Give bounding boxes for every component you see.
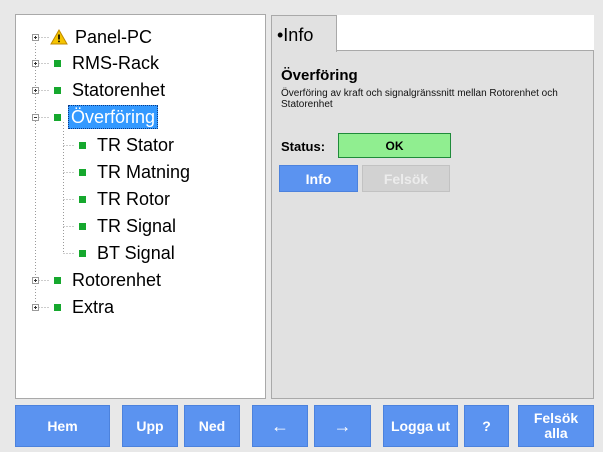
hem-button[interactable]: Hem (15, 405, 110, 447)
felsok-alla-button[interactable]: Felsök alla (518, 405, 594, 447)
status-label: Status: (281, 139, 326, 154)
tree-item-label: TR Signal (97, 216, 177, 236)
status-green-icon (54, 276, 61, 284)
tree-view[interactable]: Panel-PC RMS-Rack Statorenhet Överföring… (15, 14, 266, 399)
status-green-icon (79, 222, 86, 230)
expander-rms-rack[interactable] (32, 60, 39, 67)
status-badge: OK (338, 133, 451, 158)
upp-button[interactable]: Upp (122, 405, 178, 447)
tree-item-bt-signal[interactable]: BT Signal (79, 240, 177, 266)
info-panel: Överföring Överföring av kraft och signa… (271, 50, 594, 399)
status-green-icon (79, 141, 86, 149)
tab-info[interactable]: •Info (271, 15, 337, 52)
tree-item-rms-rack[interactable]: RMS-Rack (54, 50, 161, 76)
tree-item-extra[interactable]: Extra (54, 294, 116, 320)
logga-ut-button[interactable]: Logga ut (383, 405, 458, 447)
status-green-icon (54, 113, 61, 121)
tree-item-panel-pc[interactable]: Panel-PC (50, 24, 154, 50)
tree-item-label: RMS-Rack (72, 53, 160, 73)
tree-item-label: TR Rotor (97, 189, 171, 209)
status-green-icon (54, 86, 61, 94)
section-description: Överföring av kraft och signalgränssnitt… (281, 88, 558, 110)
tree-item-label: TR Stator (97, 135, 175, 155)
tree-item-label: Statorenhet (72, 80, 166, 100)
tree-item-statorenhet[interactable]: Statorenhet (54, 77, 167, 103)
left-arrow-button[interactable]: ← (252, 405, 308, 447)
tab-strip (337, 15, 594, 51)
expander-panel-pc[interactable] (32, 34, 39, 41)
section-title: Överföring (281, 67, 358, 84)
felsok-button-disabled: Felsök (362, 165, 450, 192)
tree-item-label: Panel-PC (75, 27, 153, 47)
status-green-icon (54, 303, 61, 311)
tree-item-tr-matning[interactable]: TR Matning (79, 159, 192, 185)
expander-rotorenhet[interactable] (32, 277, 39, 284)
tree-item-tr-rotor[interactable]: TR Rotor (79, 186, 172, 212)
tree-item-overforing[interactable]: Överföring (54, 104, 159, 130)
status-green-icon (79, 195, 86, 203)
tree-item-label: Rotorenhet (72, 270, 162, 290)
status-green-icon (79, 168, 86, 176)
status-green-icon (79, 249, 86, 257)
tree-item-rotorenhet[interactable]: Rotorenhet (54, 267, 163, 293)
expander-extra[interactable] (32, 304, 39, 311)
ned-button[interactable]: Ned (184, 405, 240, 447)
expander-statorenhet[interactable] (32, 87, 39, 94)
tree-item-label: TR Matning (97, 162, 191, 182)
tree-item-tr-stator[interactable]: TR Stator (79, 132, 176, 158)
tree-item-label: Extra (72, 297, 115, 317)
tree-item-label: BT Signal (97, 243, 175, 263)
info-button[interactable]: Info (279, 165, 358, 192)
help-button[interactable]: ? (464, 405, 509, 447)
warning-icon (50, 29, 68, 45)
tree-item-tr-signal[interactable]: TR Signal (79, 213, 178, 239)
right-arrow-button[interactable]: → (314, 405, 371, 447)
collapser-overforing[interactable] (32, 114, 39, 121)
status-green-icon (54, 59, 61, 67)
tree-item-label-selected: Överföring (68, 105, 159, 129)
